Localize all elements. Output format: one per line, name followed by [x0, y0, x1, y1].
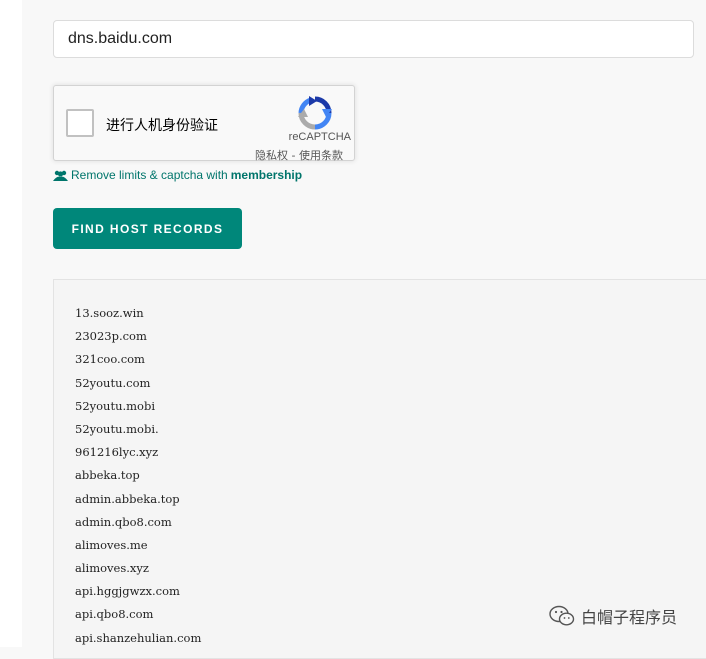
result-item: abbeka.top — [75, 468, 140, 483]
result-item: 52youtu.mobi — [75, 398, 156, 413]
result-item: api.hggjgwzx.com — [75, 584, 180, 599]
result-item: 321coo.com — [75, 352, 145, 367]
recaptcha-logo-icon — [298, 96, 332, 130]
result-item: 13.sooz.win — [75, 306, 144, 320]
watermark: 白帽子程序员 — [549, 604, 677, 628]
recaptcha-brand: reCAPTCHA — [288, 131, 351, 143]
result-item: 23023p.com — [75, 329, 147, 344]
membership-promo: Remove limits & captcha with membership — [53, 168, 302, 182]
captcha-checkbox[interactable] — [66, 109, 94, 137]
result-item: 52youtu.com — [75, 375, 151, 390]
wechat-icon — [549, 605, 575, 626]
watermark-text: 白帽子程序员 — [581, 608, 678, 627]
recaptcha-widget: 进行人机身份验证 reCAPTCHA 隐私权 - 使用条款 — [53, 85, 355, 163]
result-item: admin.abbeka.top — [75, 491, 180, 506]
privacy-link[interactable]: 隐私权 — [255, 149, 288, 162]
membership-text: Remove limits & captcha with — [71, 168, 228, 182]
find-host-records-button[interactable]: FIND HOST RECORDS — [53, 208, 242, 249]
result-item: alimoves.xyz — [75, 561, 149, 576]
result-item: alimoves.me — [75, 537, 148, 552]
users-icon — [53, 170, 68, 181]
result-item: 961216lyc.xyz — [75, 445, 159, 460]
result-item: api.shanzehulian.com — [75, 630, 202, 645]
domain-input[interactable] — [53, 20, 694, 58]
result-item: admin.qbo8.com — [75, 514, 172, 529]
result-item: 52youtu.mobi. — [75, 421, 159, 436]
left-margin — [0, 0, 22, 647]
terms-link[interactable]: 使用条款 — [299, 149, 343, 162]
results-panel: 13.sooz.win 23023p.com 321coo.com 52youtu.c… — [53, 279, 706, 659]
captcha-label: 进行人机身份验证 — [106, 118, 218, 134]
results-list: 13.sooz.win 23023p.com 321coo.com 52youtu.c… — [54, 280, 706, 650]
captcha-links: 隐私权 - 使用条款 — [255, 147, 343, 163]
link-separator: - — [288, 149, 299, 162]
membership-link[interactable]: membership — [231, 168, 302, 182]
